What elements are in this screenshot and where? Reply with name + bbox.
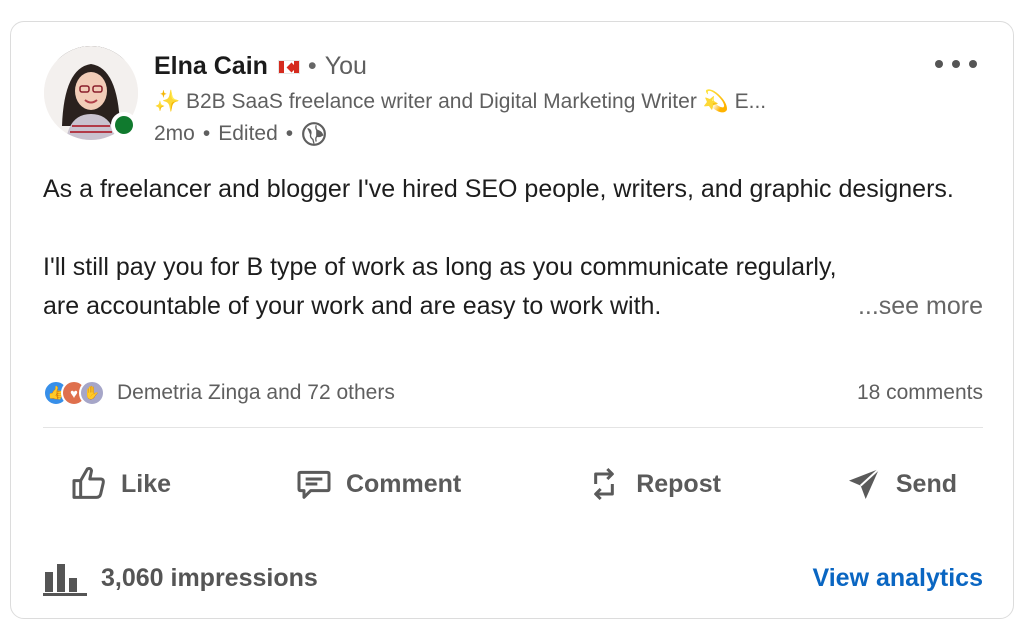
- impressions-count: 3,060 impressions: [101, 563, 318, 592]
- more-options-button[interactable]: [933, 52, 979, 76]
- author-headline: ✨ B2B SaaS freelance writer and Digital …: [154, 90, 767, 113]
- impressions-summary: 3,060 impressions: [43, 560, 318, 596]
- repost-label: Repost: [636, 469, 721, 498]
- see-more-link[interactable]: ...see more: [858, 287, 983, 326]
- separator: •: [285, 122, 294, 145]
- edited-label: Edited: [218, 122, 278, 145]
- comment-bubble-icon: [297, 470, 331, 499]
- bar-chart-icon: [43, 564, 87, 596]
- author-name[interactable]: Elna Cain: [154, 52, 268, 81]
- support-reaction-icon: ✋: [79, 380, 105, 406]
- post-analytics-footer: 3,060 impressions View analytics: [43, 560, 983, 596]
- repost-button[interactable]: Repost: [558, 460, 747, 508]
- send-label: Send: [895, 469, 957, 498]
- social-counts: 👍 ♥ ✋ Demetria Zinga and 72 others 18 co…: [43, 380, 983, 406]
- like-button[interactable]: Like: [43, 460, 197, 508]
- comment-button[interactable]: Comment: [268, 460, 487, 508]
- post-body: As a freelancer and blogger I've hired S…: [43, 170, 983, 326]
- author-name-row: Elna Cain • You: [154, 52, 367, 81]
- repost-arrows-icon: [594, 467, 615, 501]
- post-body-paragraph-2: I'll still pay you for B type of work as…: [43, 253, 837, 281]
- comments-count-link[interactable]: 18 comments: [857, 381, 983, 405]
- reactions-count: Demetria Zinga and 72 others: [117, 381, 395, 404]
- author-avatar[interactable]: [44, 46, 138, 140]
- separator: •: [307, 52, 317, 80]
- canada-flag-icon: [277, 59, 300, 74]
- online-status-indicator: [111, 112, 137, 138]
- view-analytics-link[interactable]: View analytics: [813, 564, 983, 593]
- post-body-paragraph-3: are accountable of your work and are eas…: [43, 292, 662, 320]
- relation-label: You: [324, 52, 367, 80]
- globe-icon: [302, 122, 327, 146]
- post-card: Elna Cain • You ✨ B2B SaaS freelance wri…: [10, 21, 1014, 619]
- action-bar: Like Comment Repost Send: [43, 460, 983, 508]
- post-time: 2mo: [154, 122, 195, 145]
- comment-label: Comment: [345, 469, 462, 498]
- like-label: Like: [121, 469, 172, 498]
- post-meta: 2mo • Edited •: [154, 121, 327, 147]
- thumbs-up-icon: [72, 466, 105, 499]
- send-button[interactable]: Send: [818, 460, 983, 508]
- reactions-summary[interactable]: 👍 ♥ ✋ Demetria Zinga and 72 others: [43, 380, 395, 406]
- reaction-icons: 👍 ♥ ✋: [43, 380, 105, 406]
- separator: •: [202, 122, 211, 145]
- paper-plane-icon: [848, 468, 880, 499]
- post-body-paragraph-1: As a freelancer and blogger I've hired S…: [43, 175, 954, 203]
- more-horizontal-icon: [935, 60, 943, 68]
- divider: [43, 427, 983, 428]
